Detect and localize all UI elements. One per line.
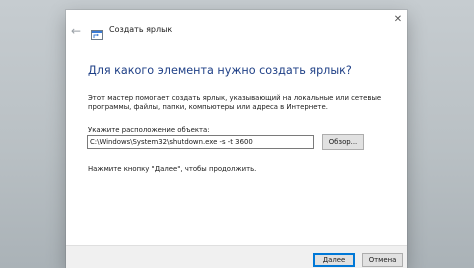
- dialog-footer: Далее Отмена: [66, 245, 407, 268]
- location-label: Укажите расположение объекта:: [88, 126, 210, 134]
- close-icon[interactable]: ✕: [389, 10, 407, 28]
- back-arrow-icon[interactable]: ←: [69, 24, 83, 38]
- create-shortcut-dialog: ← Создать ярлык ✕ Для какого элемента ну…: [66, 10, 407, 268]
- wizard-heading: Для какого элемента нужно создать ярлык?: [88, 64, 352, 77]
- cancel-button[interactable]: Отмена: [362, 253, 403, 267]
- location-input[interactable]: [87, 135, 314, 149]
- dialog-title: Создать ярлык: [109, 25, 173, 34]
- next-button[interactable]: Далее: [313, 253, 355, 267]
- continue-hint: Нажмите кнопку "Далее", чтобы продолжить…: [88, 165, 257, 173]
- wizard-description: Этот мастер помогает создать ярлык, указ…: [88, 94, 382, 111]
- browse-button[interactable]: Обзор...: [322, 134, 364, 150]
- shortcut-wizard-icon: [91, 25, 103, 40]
- dialog-titlebar: ← Создать ярлык ✕: [66, 10, 407, 44]
